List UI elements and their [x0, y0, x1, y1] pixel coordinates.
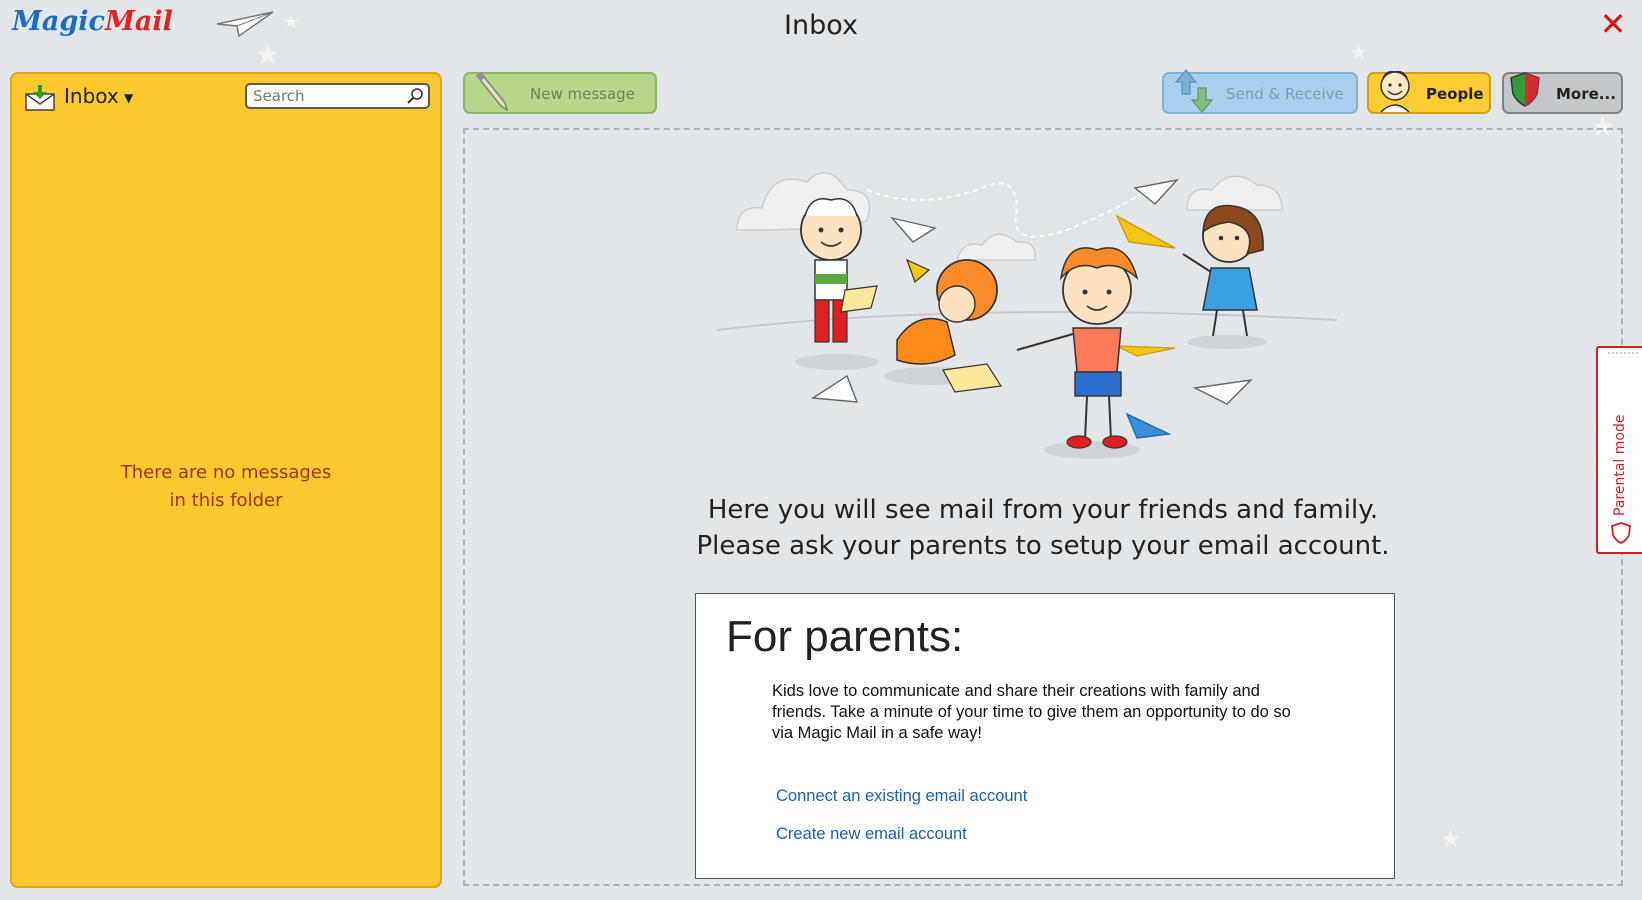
new-message-button[interactable]: New message — [463, 71, 657, 114]
parents-title: For parents: — [726, 612, 964, 661]
people-icon — [1380, 70, 1410, 113]
info-message: Here you will see mail from your friends… — [696, 495, 1390, 561]
drag-handle[interactable] — [1608, 352, 1638, 358]
close-icon: ✕ — [1599, 5, 1627, 43]
empty-folder-message: There are no messages in this folder — [120, 462, 332, 511]
message-list-panel: Inbox ▼ There are no messages in this fo… — [10, 72, 442, 888]
shield-icon — [1510, 72, 1540, 107]
more-button[interactable]: More... — [1502, 72, 1623, 114]
search-input[interactable] — [247, 85, 403, 107]
chevron-down-icon[interactable]: ▼ — [124, 91, 133, 105]
search-box — [245, 83, 430, 109]
send-receive-icon — [1174, 69, 1214, 113]
pencil-icon — [475, 71, 509, 112]
create-account-link[interactable]: Create new email account — [776, 825, 967, 844]
parental-mode-label: Parental mode — [1612, 414, 1628, 516]
search-icon[interactable] — [406, 87, 424, 105]
inbox-download-icon — [25, 85, 55, 111]
parents-info-box: For parents: Kids love to communicate an… — [695, 593, 1395, 879]
star-decoration: ★ — [255, 38, 281, 71]
window-title: Inbox — [784, 10, 858, 41]
parental-mode-tab[interactable]: Parental mode — [1596, 346, 1642, 554]
kids-illustration — [717, 172, 1338, 459]
folder-dropdown[interactable]: Inbox — [64, 84, 119, 108]
parents-description: Kids love to communicate and share their… — [772, 682, 1291, 742]
shield-icon — [1611, 522, 1631, 544]
send-receive-button[interactable]: Send & Receive — [1162, 69, 1358, 114]
close-button[interactable]: ✕ — [1598, 8, 1628, 40]
reading-pane: Here you will see mail from your friends… — [463, 128, 1623, 886]
people-button[interactable]: People — [1367, 70, 1491, 114]
star-decoration: ★ — [1350, 40, 1368, 64]
connect-account-link[interactable]: Connect an existing email account — [776, 787, 1027, 806]
